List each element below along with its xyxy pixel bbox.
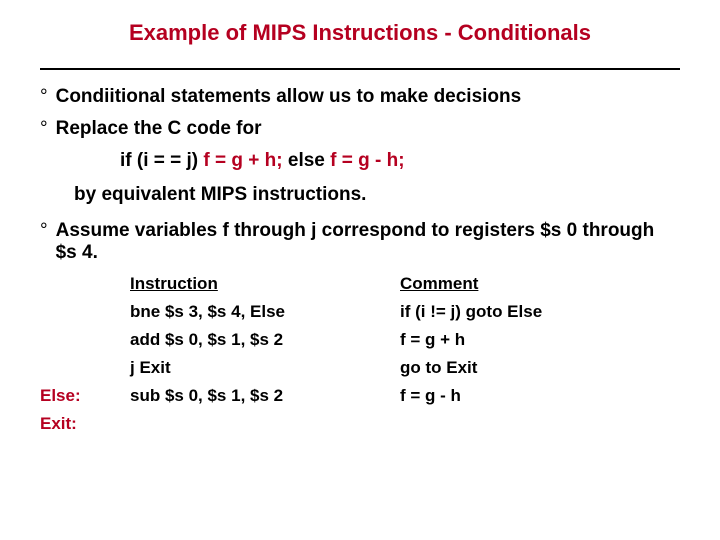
row-comment: f = g + h [400,330,680,350]
bullet-3: ° Assume variables f through j correspon… [40,220,680,264]
table-row: bne $s 3, $s 4, Else if (i != j) goto El… [40,302,680,322]
title-divider [40,68,680,70]
sub-line: by equivalent MIPS instructions. [74,184,680,206]
bullet-1: ° Condiitional statements allow us to ma… [40,86,680,108]
bullet-1-text: Condiitional statements allow us to make… [56,86,680,108]
row-instruction: bne $s 3, $s 4, Else [130,302,400,322]
table-row: j Exit go to Exit [40,358,680,378]
row-label [40,358,130,378]
row-instruction [130,414,400,434]
row-label [40,302,130,322]
row-label: Else: [40,386,130,406]
row-label: Exit: [40,414,130,434]
c-code-line: if (i = = j) f = g + h; else f = g - h; [120,150,680,172]
table-header-row: Instruction Comment [130,274,680,294]
else-part: f = g - h; [330,150,404,171]
table-row: Exit: [40,414,680,434]
bullet-marker: ° [40,86,48,108]
slide-title: Example of MIPS Instructions - Condition… [40,20,680,54]
row-instruction: j Exit [130,358,400,378]
header-instruction: Instruction [130,274,400,294]
row-label [40,330,130,350]
bullet-2: ° Replace the C code for [40,118,680,140]
row-instruction: sub $s 0, $s 1, $s 2 [130,386,400,406]
bullet-marker: ° [40,118,48,140]
bullet-3-text: Assume variables f through j correspond … [56,220,680,264]
row-comment [400,414,680,434]
instruction-table: bne $s 3, $s 4, Else if (i != j) goto El… [40,302,680,434]
else-keyword: else [283,150,331,171]
row-comment: if (i != j) goto Else [400,302,680,322]
table-row: add $s 0, $s 1, $s 2 f = g + h [40,330,680,350]
header-comment: Comment [400,274,680,294]
instruction-table-header-wrap: Instruction Comment [130,274,680,294]
bullet-marker: ° [40,220,48,242]
bullet-2-text: Replace the C code for [56,118,680,140]
row-comment: f = g - h [400,386,680,406]
table-row: Else: sub $s 0, $s 1, $s 2 f = g - h [40,386,680,406]
row-comment: go to Exit [400,358,680,378]
if-cond: if (i = = j) [120,150,203,171]
then-part: f = g + h; [203,150,282,171]
row-instruction: add $s 0, $s 1, $s 2 [130,330,400,350]
